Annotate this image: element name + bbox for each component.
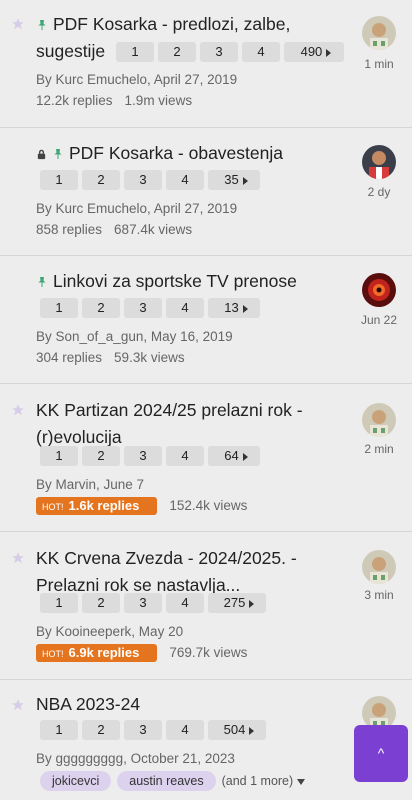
page-link[interactable]: 3	[124, 298, 162, 318]
views-count: 59.3k views	[114, 350, 185, 365]
last-activity[interactable]: 2 dy	[349, 185, 409, 199]
page-link[interactable]: 2	[82, 170, 120, 190]
topic-title[interactable]: KK Partizan 2024/25 prelazni rok - (r)ev…	[36, 400, 303, 447]
replies-count: 304 replies	[36, 350, 103, 365]
topic-author-date: By Son_of_a_gun, May 16, 2019	[36, 329, 233, 344]
last-page-link[interactable]: 490	[283, 42, 344, 63]
topic-author-date: By ggggggggg, October 21, 2023	[36, 751, 235, 766]
page-link[interactable]: 1	[40, 298, 78, 318]
star-icon[interactable]	[11, 17, 25, 31]
avatar[interactable]	[362, 16, 396, 50]
topic-title[interactable]: Linkovi za sportske TV prenose	[53, 271, 297, 291]
page-link[interactable]: 1	[40, 446, 78, 466]
topic-row[interactable]: KK Partizan 2024/25 prelazni rok - (r)ev…	[0, 384, 412, 532]
topic-row[interactable]: KK Crvena Zvezda - 2024/2025. - Prelazni…	[0, 532, 412, 680]
page-link[interactable]: 1	[115, 42, 154, 63]
page-link[interactable]: 1	[40, 593, 78, 613]
last-page-link[interactable]: 64	[208, 446, 260, 466]
last-page-link[interactable]: 275	[208, 593, 266, 613]
last-activity[interactable]: 3 min	[349, 588, 409, 602]
pin-icon	[38, 20, 46, 31]
page-link[interactable]: 4	[166, 593, 204, 613]
page-link[interactable]: 2	[82, 298, 120, 318]
last-page-link[interactable]: 504	[208, 720, 266, 740]
replies-count: 858 replies	[36, 222, 103, 237]
last-activity[interactable]: Jun 22	[349, 313, 409, 327]
star-icon[interactable]	[11, 403, 25, 417]
page-link[interactable]: 2	[157, 42, 196, 63]
replies-count: 1.6k replies	[68, 498, 140, 513]
topic-row[interactable]: NBA 2023-24 1 2 3 4 504 By ggggggggg, Octobe…	[0, 680, 412, 800]
topic-row[interactable]: Linkovi za sportske TV prenose 1 2 3 4 13 By…	[0, 256, 412, 384]
star-icon[interactable]	[11, 698, 25, 712]
page-link[interactable]: 4	[166, 720, 204, 740]
topic-row[interactable]: PDF Kosarka - predlozi, zalbe, sugestije…	[0, 0, 412, 128]
hot-badge: HOT! 1.6k replies	[36, 497, 158, 515]
views-count: 152.4k views	[169, 498, 248, 513]
topic-title[interactable]: KK Crvena Zvezda - 2024/2025. - Prelazni…	[36, 548, 297, 595]
views-count: 1.9m views	[124, 93, 193, 108]
pin-icon	[38, 277, 46, 288]
avatar[interactable]	[362, 273, 396, 307]
avatar[interactable]	[362, 403, 396, 437]
last-activity[interactable]: 2 min	[349, 442, 409, 456]
star-icon[interactable]	[11, 551, 25, 565]
replies-count: 6.9k replies	[68, 645, 140, 660]
page-link[interactable]: 4	[166, 170, 204, 190]
page-link[interactable]: 4	[166, 298, 204, 318]
page-link[interactable]: 2	[82, 593, 120, 613]
avatar[interactable]	[362, 145, 396, 179]
views-count: 687.4k views	[114, 222, 193, 237]
pin-icon	[54, 149, 62, 160]
page-link[interactable]: 3	[124, 170, 162, 190]
lock-icon	[37, 149, 46, 159]
last-activity[interactable]: 1 min	[349, 57, 409, 71]
avatar[interactable]	[362, 550, 396, 584]
page-link[interactable]: 4	[166, 446, 204, 466]
topic-tag[interactable]: austin reaves	[117, 771, 216, 791]
page-link[interactable]: 1	[40, 170, 78, 190]
page-link[interactable]: 1	[40, 720, 78, 740]
more-tags-toggle[interactable]: (and 1 more)	[222, 774, 305, 788]
scroll-to-top-button[interactable]: ^	[354, 725, 408, 782]
topic-author-date: By Marvin, June 7	[36, 477, 145, 492]
topic-row[interactable]: PDF Kosarka - obavestenja 1 2 3 4 35 By Kurc…	[0, 128, 412, 256]
page-link[interactable]: 3	[124, 720, 162, 740]
replies-count: 12.2k replies	[36, 93, 113, 108]
topic-author-date: By Kooineeperk, May 20	[36, 624, 184, 639]
topic-title[interactable]: PDF Kosarka - obavestenja	[69, 143, 283, 163]
caret-down-icon	[296, 778, 305, 785]
page-link[interactable]: 2	[82, 720, 120, 740]
topic-tag[interactable]: jokicevci	[40, 771, 112, 791]
topic-title[interactable]: NBA 2023-24	[36, 694, 140, 714]
page-link[interactable]: 3	[199, 42, 238, 63]
page-link[interactable]: 3	[124, 593, 162, 613]
last-page-link[interactable]: 13	[208, 298, 260, 318]
views-count: 769.7k views	[169, 645, 248, 660]
topic-author-date: By Kurc Emuchelo, April 27, 2019	[36, 201, 238, 216]
topic-author-date: By Kurc Emuchelo, April 27, 2019	[36, 72, 238, 87]
page-link[interactable]: 4	[241, 42, 280, 63]
hot-badge: HOT! 6.9k replies	[36, 644, 158, 662]
page-link[interactable]: 3	[124, 446, 162, 466]
page-link[interactable]: 2	[82, 446, 120, 466]
last-page-link[interactable]: 35	[208, 170, 260, 190]
